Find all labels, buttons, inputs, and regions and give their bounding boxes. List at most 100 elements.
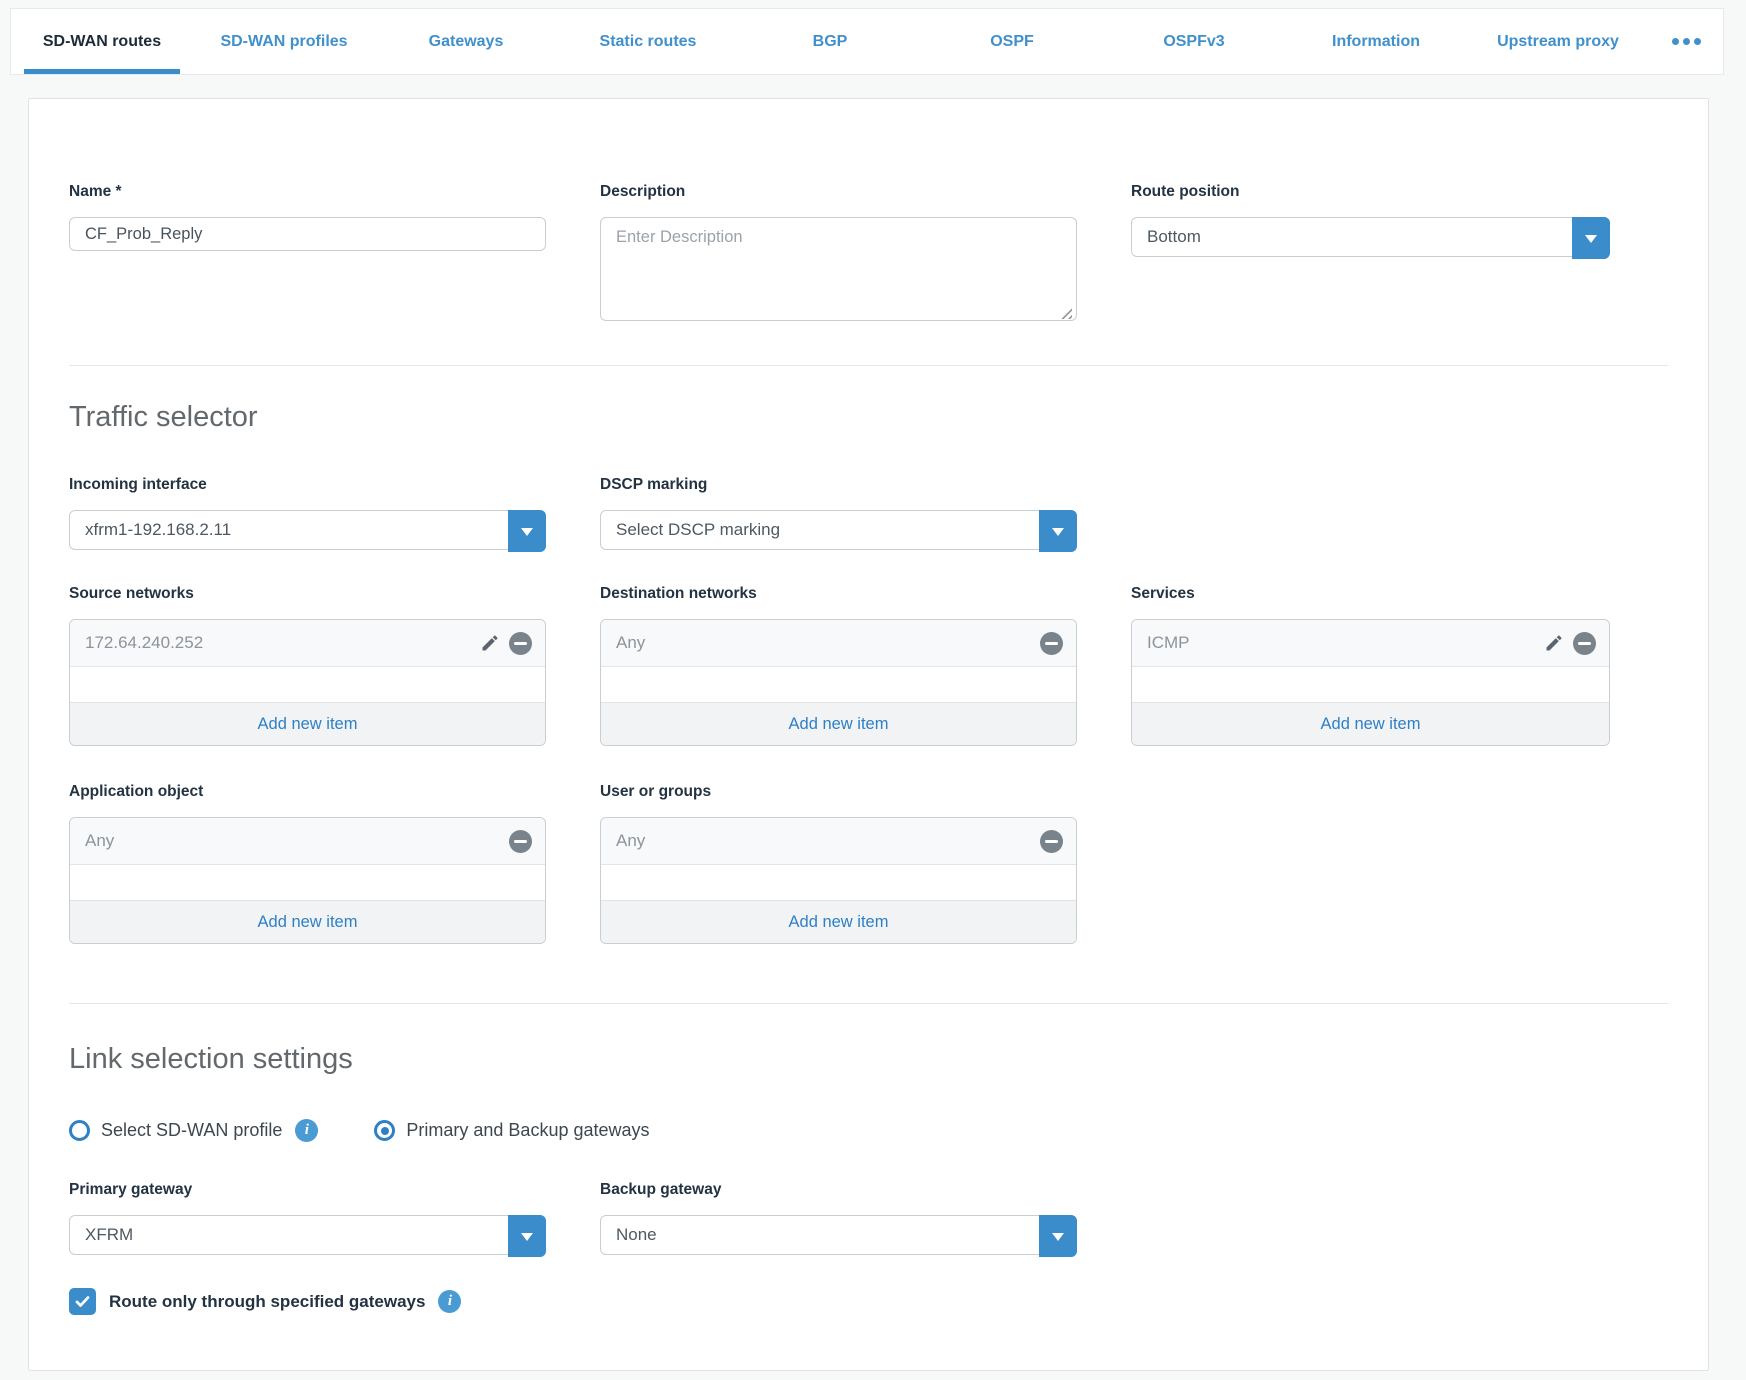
list-item: ICMP: [1132, 620, 1609, 667]
backup-gateway-value: None: [616, 1225, 657, 1245]
destination-networks-list: Any Add new item: [600, 619, 1077, 746]
incoming-interface-select[interactable]: xfrm1-192.168.2.11: [69, 510, 546, 550]
info-icon[interactable]: [295, 1119, 318, 1142]
info-icon[interactable]: [438, 1290, 461, 1313]
add-new-item-button[interactable]: Add new item: [70, 702, 545, 745]
dropdown-button[interactable]: [1039, 510, 1077, 552]
divider: [69, 365, 1668, 366]
route-position-select[interactable]: Bottom: [1131, 217, 1610, 257]
dropdown-button[interactable]: [508, 510, 546, 552]
add-new-item-button[interactable]: Add new item: [601, 702, 1076, 745]
name-field-group: Name *: [69, 182, 546, 251]
name-input[interactable]: [69, 217, 546, 251]
remove-icon[interactable]: [1573, 632, 1596, 655]
chevron-down-icon: [1585, 235, 1597, 249]
dscp-marking-value: Select DSCP marking: [616, 520, 780, 540]
services-list: ICMP Add new item: [1131, 619, 1610, 746]
list-item-value: 172.64.240.252: [85, 633, 480, 653]
application-object-label: Application object: [69, 782, 546, 802]
services-label: Services: [1131, 584, 1610, 604]
tab-ospf[interactable]: OSPF: [921, 9, 1103, 74]
dropdown-button[interactable]: [1039, 1215, 1077, 1257]
route-only-checkbox[interactable]: [69, 1288, 96, 1315]
dropdown-button[interactable]: [1572, 217, 1610, 259]
radio-select-sd-wan-profile[interactable]: Select SD-WAN profile: [69, 1119, 318, 1142]
tab-upstream-proxy[interactable]: Upstream proxy: [1467, 9, 1649, 74]
list-item-value: ICMP: [1147, 633, 1544, 653]
primary-gateway-select[interactable]: XFRM: [69, 1215, 546, 1255]
description-textarea[interactable]: [600, 217, 1077, 321]
list-item: Any: [601, 620, 1076, 667]
source-networks-field-group: Source networks 172.64.240.252 Add new i…: [69, 584, 546, 746]
incoming-interface-value: xfrm1-192.168.2.11: [85, 520, 231, 540]
route-position-value: Bottom: [1147, 227, 1201, 247]
backup-gateway-label: Backup gateway: [600, 1180, 1077, 1200]
list-item: Any: [601, 818, 1076, 865]
tab-bgp[interactable]: BGP: [739, 9, 921, 74]
chevron-down-icon: [521, 528, 533, 542]
chevron-down-icon: [1052, 1233, 1064, 1247]
user-or-groups-list: Any Add new item: [600, 817, 1077, 944]
application-object-field-group: Application object Any Add new item: [69, 782, 546, 944]
remove-icon[interactable]: [1040, 830, 1063, 853]
list-item-value: Any: [616, 633, 1040, 653]
tab-sd-wan-routes[interactable]: SD-WAN routes: [11, 9, 193, 74]
page: SD-WAN routes SD-WAN profiles Gateways S…: [0, 0, 1746, 1380]
tab-bar: SD-WAN routes SD-WAN profiles Gateways S…: [10, 8, 1724, 75]
tab-static-routes[interactable]: Static routes: [557, 9, 739, 74]
radio-primary-and-backup-gateways[interactable]: Primary and Backup gateways: [374, 1120, 649, 1141]
dropdown-button[interactable]: [508, 1215, 546, 1257]
list-item: Any: [70, 818, 545, 865]
route-only-checkbox-row: Route only through specified gateways: [69, 1288, 1668, 1315]
radio-label: Primary and Backup gateways: [406, 1120, 649, 1141]
route-only-checkbox-label: Route only through specified gateways: [109, 1292, 425, 1312]
radio-unselected-icon[interactable]: [69, 1120, 90, 1141]
dscp-marking-field-group: DSCP marking Select DSCP marking: [600, 475, 1077, 550]
edit-icon[interactable]: [1544, 633, 1564, 653]
dscp-marking-select[interactable]: Select DSCP marking: [600, 510, 1077, 550]
ellipsis-icon: [1672, 38, 1679, 45]
list-item-value: Any: [85, 831, 509, 851]
route-position-field-group: Route position Bottom: [1131, 182, 1610, 257]
list-item: 172.64.240.252: [70, 620, 545, 667]
remove-icon[interactable]: [509, 632, 532, 655]
services-field-group: Services ICMP Add new item: [1131, 584, 1610, 746]
primary-gateway-value: XFRM: [85, 1225, 133, 1245]
list-item-value: Any: [616, 831, 1040, 851]
edit-icon[interactable]: [480, 633, 500, 653]
chevron-down-icon: [521, 1233, 533, 1247]
tab-ospfv3[interactable]: OSPFv3: [1103, 9, 1285, 74]
add-new-item-button[interactable]: Add new item: [70, 900, 545, 943]
route-position-label: Route position: [1131, 182, 1610, 202]
tab-sd-wan-profiles[interactable]: SD-WAN profiles: [193, 9, 375, 74]
backup-gateway-field-group: Backup gateway None: [600, 1180, 1077, 1255]
radio-label: Select SD-WAN profile: [101, 1120, 282, 1141]
remove-icon[interactable]: [509, 830, 532, 853]
chevron-down-icon: [1052, 528, 1064, 542]
destination-networks-label: Destination networks: [600, 584, 1077, 604]
more-tabs-button[interactable]: [1649, 9, 1723, 74]
destination-networks-field-group: Destination networks Any Add new item: [600, 584, 1077, 746]
source-networks-label: Source networks: [69, 584, 546, 604]
user-or-groups-label: User or groups: [600, 782, 1077, 802]
radio-selected-icon[interactable]: [374, 1120, 395, 1141]
add-new-item-button[interactable]: Add new item: [601, 900, 1076, 943]
description-label: Description: [600, 182, 1077, 202]
check-icon: [74, 1293, 91, 1310]
incoming-interface-label: Incoming interface: [69, 475, 546, 495]
remove-icon[interactable]: [1040, 632, 1063, 655]
user-or-groups-field-group: User or groups Any Add new item: [600, 782, 1077, 944]
backup-gateway-select[interactable]: None: [600, 1215, 1077, 1255]
sd-wan-route-form-panel: Name * Description Route position Bottom…: [28, 98, 1709, 1371]
add-new-item-button[interactable]: Add new item: [1132, 702, 1609, 745]
traffic-selector-heading: Traffic selector: [69, 398, 1668, 436]
primary-gateway-label: Primary gateway: [69, 1180, 546, 1200]
application-object-list: Any Add new item: [69, 817, 546, 944]
link-selection-settings-heading: Link selection settings: [69, 1040, 1668, 1078]
tab-information[interactable]: Information: [1285, 9, 1467, 74]
name-label: Name *: [69, 182, 546, 202]
incoming-interface-field-group: Incoming interface xfrm1-192.168.2.11: [69, 475, 546, 550]
divider: [69, 1003, 1668, 1004]
dscp-marking-label: DSCP marking: [600, 475, 1077, 495]
tab-gateways[interactable]: Gateways: [375, 9, 557, 74]
